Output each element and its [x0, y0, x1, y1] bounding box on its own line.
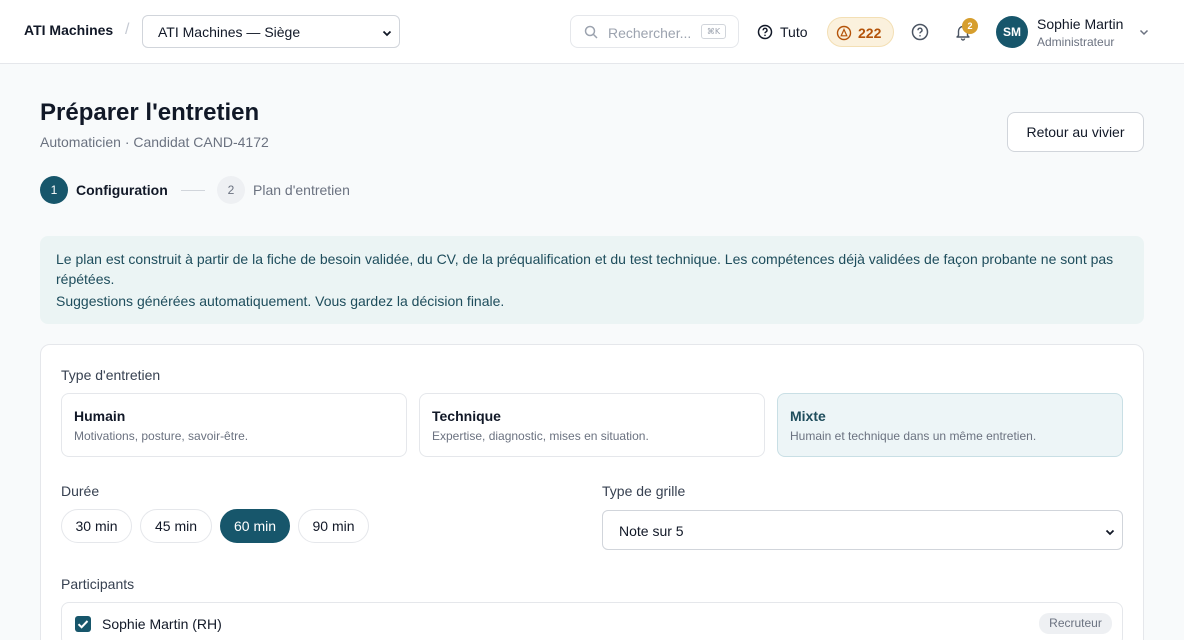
chevron-down-icon[interactable] [1138, 26, 1150, 38]
info-note: Suggestions générées automatiquement. Vo… [56, 293, 505, 309]
top-bar: ATI Machines / ATI Machines — Siège Rech… [0, 0, 1184, 64]
step-number[interactable]: 2 [217, 176, 245, 204]
participant-role-badge: Recruteur [1039, 613, 1112, 634]
info-text: Le plan est construit à partir de la fic… [56, 251, 1114, 287]
page-subtitle: Automaticien · Candidat CAND-4172 [40, 134, 269, 150]
step-label-configuration[interactable]: Configuration [76, 182, 168, 198]
step-connector [181, 190, 205, 191]
duration-45[interactable]: 45 min [140, 509, 212, 543]
site-select[interactable]: ATI Machines — Siège [142, 15, 400, 48]
tuto-label: Tuto [780, 24, 808, 40]
notification-badge: 2 [962, 18, 978, 34]
duration-30[interactable]: 30 min [61, 509, 132, 543]
grid-type-select[interactable]: Note sur 5 [602, 510, 1123, 550]
participant-checkbox[interactable] [75, 616, 91, 632]
user-name[interactable]: Sophie Martin [1037, 16, 1123, 32]
search-placeholder: Rechercher... [608, 25, 692, 41]
duration-90[interactable]: 90 min [298, 509, 369, 543]
credits-badge[interactable]: 222 [827, 17, 894, 47]
user-role: Administrateur [1037, 35, 1115, 49]
search-shortcut: ⌘K [701, 24, 726, 39]
credits-count: 222 [858, 25, 882, 41]
participants-label: Participants [61, 576, 135, 592]
check-icon [77, 620, 89, 629]
option-description: Expertise, diagnostic, mises en situatio… [432, 429, 649, 443]
breadcrumb-separator: / [125, 21, 130, 38]
interview-type-technique[interactable]: Technique Expertise, diagnostic, mises e… [419, 393, 765, 457]
search-input[interactable]: Rechercher... ⌘K [570, 15, 739, 48]
back-to-pool-button[interactable]: Retour au vivier [1007, 112, 1144, 152]
option-title: Technique [432, 408, 501, 424]
brand-name[interactable]: ATI Machines [24, 22, 113, 38]
option-title: Humain [74, 408, 126, 424]
step-label-plan[interactable]: Plan d'entretien [253, 182, 350, 198]
chevron-down-icon [382, 30, 392, 37]
grid-type-value: Note sur 5 [619, 523, 684, 539]
grid-type-label: Type de grille [602, 483, 686, 499]
step-number[interactable]: 1 [40, 176, 68, 204]
search-icon [584, 25, 598, 39]
page-title: Préparer l'entretien [40, 99, 260, 126]
option-description: Humain et technique dans un même entreti… [790, 429, 1037, 443]
info-box: Le plan est construit à partir de la fic… [40, 236, 1144, 324]
duration-label: Durée [61, 483, 100, 499]
configuration-card [40, 344, 1144, 640]
chevron-down-icon [1105, 529, 1115, 536]
option-description: Motivations, posture, savoir-être. [74, 429, 249, 443]
interview-type-label: Type d'entretien [61, 367, 161, 383]
help-icon[interactable] [911, 23, 929, 41]
help-circle-icon [757, 24, 773, 40]
option-title: Mixte [790, 408, 826, 424]
site-select-value: ATI Machines — Siège [158, 24, 301, 40]
interview-type-humain[interactable]: Humain Motivations, posture, savoir-être… [61, 393, 407, 457]
participant-row[interactable]: Sophie Martin (RH) Recruteur [61, 602, 1123, 640]
avatar[interactable]: SM [996, 16, 1028, 48]
participant-name: Sophie Martin (RH) [102, 616, 222, 632]
duration-60[interactable]: 60 min [220, 509, 290, 543]
coin-icon [836, 25, 852, 41]
interview-type-mixte[interactable]: Mixte Humain et technique dans un même e… [777, 393, 1123, 457]
